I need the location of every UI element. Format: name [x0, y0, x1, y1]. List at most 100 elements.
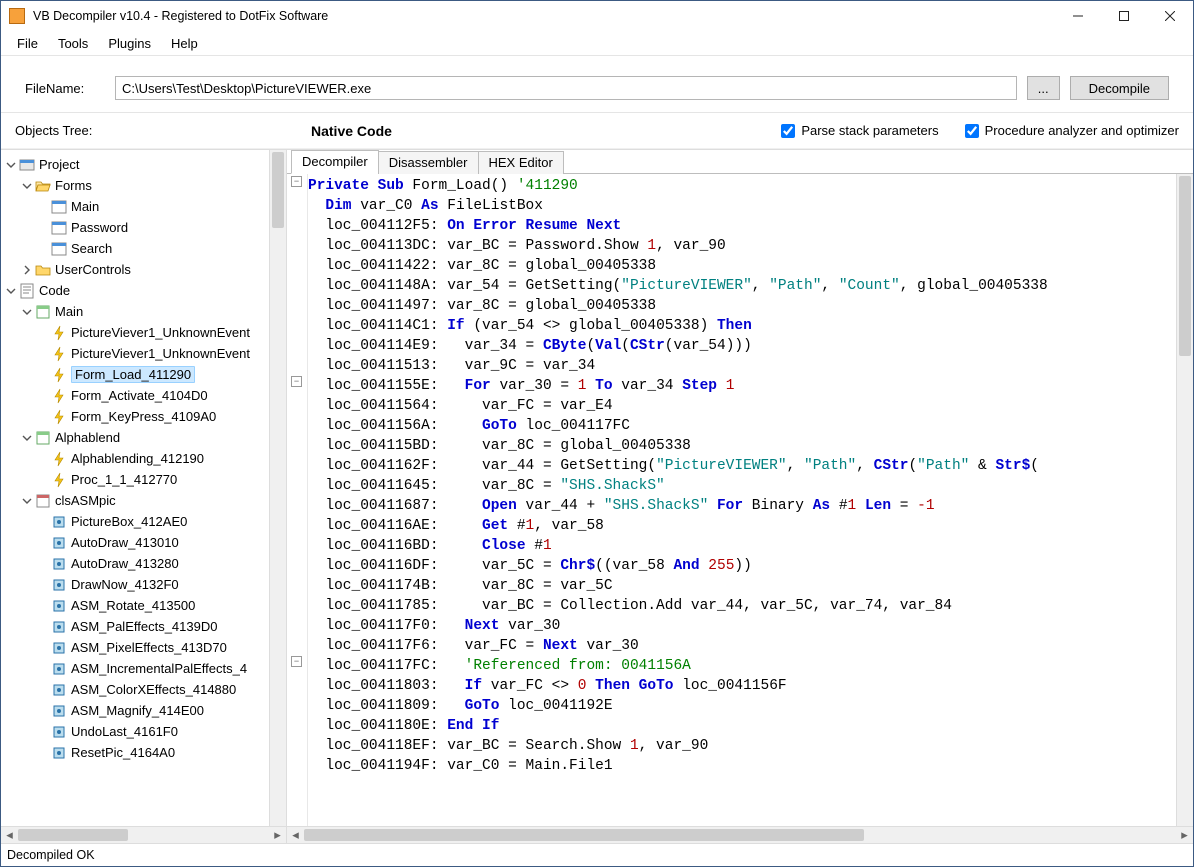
expand-toggle-icon[interactable]	[37, 369, 49, 381]
expand-toggle-icon[interactable]	[37, 726, 49, 738]
expand-toggle-icon[interactable]	[37, 642, 49, 654]
minimize-button[interactable]	[1055, 1, 1101, 31]
expand-toggle-icon[interactable]	[5, 159, 17, 171]
prop-icon	[51, 556, 67, 572]
tree-prop-item[interactable]: ResetPic_4164A0	[5, 742, 269, 763]
decompiled-code[interactable]: Private Sub Form_Load() '411290 Dim var_…	[308, 174, 1176, 826]
parse-stack-input[interactable]	[781, 124, 795, 138]
tree-proc-item[interactable]: Form_Activate_4104D0	[5, 385, 269, 406]
expand-toggle-icon[interactable]	[37, 411, 49, 423]
proc-analyzer-label: Procedure analyzer and optimizer	[985, 123, 1179, 138]
expand-toggle-icon[interactable]	[37, 684, 49, 696]
tree-item-label: ASM_PalEffects_4139D0	[71, 619, 217, 634]
tree-prop-item[interactable]: AutoDraw_413280	[5, 553, 269, 574]
cls-icon	[35, 493, 51, 509]
scroll-right-icon[interactable]: ▸	[1176, 827, 1193, 843]
tree-proc-item[interactable]: Alphablending_412190	[5, 448, 269, 469]
scroll-left-icon[interactable]: ◂	[1, 827, 18, 843]
module-icon	[35, 304, 51, 320]
tree-prop-item[interactable]: ASM_Rotate_413500	[5, 595, 269, 616]
menu-help[interactable]: Help	[161, 33, 208, 54]
tree-forms[interactable]: Forms	[5, 175, 269, 196]
filename-input[interactable]	[115, 76, 1017, 100]
tree-prop-item[interactable]: UndoLast_4161F0	[5, 721, 269, 742]
browse-button[interactable]: ...	[1027, 76, 1060, 100]
tree-prop-item[interactable]: ASM_PixelEffects_413D70	[5, 637, 269, 658]
tree-usercontrols[interactable]: UserControls	[5, 259, 269, 280]
expand-toggle-icon[interactable]	[37, 558, 49, 570]
fold-icon[interactable]: −	[291, 656, 302, 667]
tree-hscrollbar[interactable]: ◂ ▸	[1, 826, 286, 843]
expand-toggle-icon[interactable]	[37, 516, 49, 528]
tree-form-item[interactable]: Search	[5, 238, 269, 259]
expand-toggle-icon[interactable]	[37, 201, 49, 213]
expand-toggle-icon[interactable]	[21, 495, 33, 507]
menu-tools[interactable]: Tools	[48, 33, 98, 54]
scroll-left-icon[interactable]: ◂	[287, 827, 304, 843]
proc-analyzer-input[interactable]	[965, 124, 979, 138]
form-icon	[51, 199, 67, 215]
tree-main-module[interactable]: Main	[5, 301, 269, 322]
code-vscrollbar[interactable]	[1176, 174, 1193, 826]
tree-prop-item[interactable]: ASM_IncrementalPalEffects_4	[5, 658, 269, 679]
expand-toggle-icon[interactable]	[37, 705, 49, 717]
expand-toggle-icon[interactable]	[37, 243, 49, 255]
scroll-right-icon[interactable]: ▸	[269, 827, 286, 843]
tree-form-item[interactable]: Main	[5, 196, 269, 217]
tree-prop-item[interactable]: DrawNow_4132F0	[5, 574, 269, 595]
expand-toggle-icon[interactable]	[37, 327, 49, 339]
expand-toggle-icon[interactable]	[37, 621, 49, 633]
expand-toggle-icon[interactable]	[37, 747, 49, 759]
expand-toggle-icon[interactable]	[37, 453, 49, 465]
tree-prop-item[interactable]: AutoDraw_413010	[5, 532, 269, 553]
expand-toggle-icon[interactable]	[21, 264, 33, 276]
tree-prop-item[interactable]: PictureBox_412AE0	[5, 511, 269, 532]
tree-prop-item[interactable]: ASM_ColorXEffects_414880	[5, 679, 269, 700]
tree-proc-item[interactable]: PictureViever1_UnknownEvent	[5, 343, 269, 364]
expand-toggle-icon[interactable]	[37, 474, 49, 486]
expand-toggle-icon[interactable]	[37, 348, 49, 360]
tree-vscrollbar[interactable]	[269, 150, 286, 826]
decompile-button[interactable]: Decompile	[1070, 76, 1169, 100]
fold-gutter[interactable]: − − −	[287, 174, 308, 826]
tree-proc-item[interactable]: PictureViever1_UnknownEvent	[5, 322, 269, 343]
code-hscrollbar[interactable]: ◂ ▸	[287, 826, 1193, 843]
menu-file[interactable]: File	[7, 33, 48, 54]
fold-icon[interactable]: −	[291, 176, 302, 187]
tree-proc-item[interactable]: Form_Load_411290	[5, 364, 269, 385]
maximize-button[interactable]	[1101, 1, 1147, 31]
tree-pane: ProjectFormsMainPasswordSearchUserContro…	[1, 150, 287, 843]
expand-toggle-icon[interactable]	[37, 537, 49, 549]
tree-clsasm-module[interactable]: clsASMpic	[5, 490, 269, 511]
tab-hex-editor[interactable]: HEX Editor	[478, 151, 564, 174]
tab-decompiler[interactable]: Decompiler	[291, 150, 379, 174]
expand-toggle-icon[interactable]	[37, 600, 49, 612]
expand-toggle-icon[interactable]	[5, 285, 17, 297]
tab-disassembler[interactable]: Disassembler	[378, 151, 479, 174]
close-button[interactable]	[1147, 1, 1193, 31]
expand-toggle-icon[interactable]	[37, 663, 49, 675]
expand-toggle-icon[interactable]	[21, 306, 33, 318]
fold-icon[interactable]: −	[291, 376, 302, 387]
tree-item-label: Code	[39, 283, 70, 298]
expand-toggle-icon[interactable]	[37, 579, 49, 591]
tree-alphablend-module[interactable]: Alphablend	[5, 427, 269, 448]
tree-proc-item[interactable]: Proc_1_1_412770	[5, 469, 269, 490]
proc-analyzer-checkbox[interactable]: Procedure analyzer and optimizer	[965, 123, 1179, 138]
expand-toggle-icon[interactable]	[37, 222, 49, 234]
objects-tree[interactable]: ProjectFormsMainPasswordSearchUserContro…	[1, 150, 269, 826]
prop-icon	[51, 535, 67, 551]
expand-toggle-icon[interactable]	[37, 390, 49, 402]
tree-project[interactable]: Project	[5, 154, 269, 175]
tree-proc-item[interactable]: Form_KeyPress_4109A0	[5, 406, 269, 427]
tree-code[interactable]: Code	[5, 280, 269, 301]
menu-plugins[interactable]: Plugins	[98, 33, 161, 54]
tree-prop-item[interactable]: ASM_PalEffects_4139D0	[5, 616, 269, 637]
expand-toggle-icon[interactable]	[21, 180, 33, 192]
prop-icon	[51, 724, 67, 740]
app-window: VB Decompiler v10.4 - Registered to DotF…	[0, 0, 1194, 867]
expand-toggle-icon[interactable]	[21, 432, 33, 444]
tree-form-item[interactable]: Password	[5, 217, 269, 238]
tree-prop-item[interactable]: ASM_Magnify_414E00	[5, 700, 269, 721]
parse-stack-checkbox[interactable]: Parse stack parameters	[781, 123, 938, 138]
